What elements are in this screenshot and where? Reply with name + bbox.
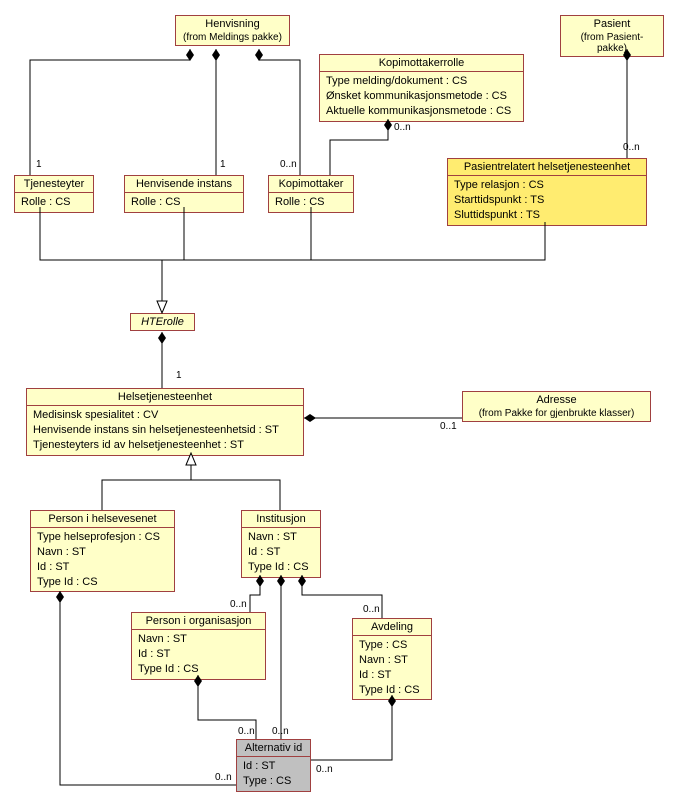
class-pasientrelatert: Pasientrelatert helsetjenesteenhet Type … (447, 158, 647, 226)
class-title: Tjenesteyter (15, 176, 93, 193)
class-title: Henvisning (176, 16, 289, 32)
class-sub: (from Pakke for gjenbrukte klasser) (463, 408, 650, 421)
mult-label: 1 (220, 159, 226, 170)
mult-label: 0..n (394, 122, 411, 133)
mult-label: 0..n (363, 604, 380, 615)
class-title: Institusjon (242, 511, 320, 528)
class-tjenesteyter: Tjenesteyter Rolle : CS (14, 175, 94, 213)
class-helsetjenesteenhet: Helsetjenesteenhet Medisinsk spesialitet… (26, 388, 304, 456)
class-pasient: Pasient (from Pasient-pakke) (560, 15, 664, 57)
mult-label: 0..n (272, 726, 289, 737)
class-attrs: Type melding/dokument : CS Ønsket kommun… (320, 72, 523, 121)
class-title: Person i organisasjon (132, 613, 265, 630)
mult-label: 0..n (215, 772, 232, 783)
mult-label: 0..1 (440, 421, 457, 432)
mult-label: 0..n (280, 159, 297, 170)
mult-label: 1 (36, 159, 42, 170)
class-kopimottakerrolle: Kopimottakerrolle Type melding/dokument … (319, 54, 524, 122)
mult-label: 0..n (316, 764, 333, 775)
class-title: Avdeling (353, 619, 431, 636)
mult-label: 0..n (623, 142, 640, 153)
class-title: Pasient (561, 16, 663, 32)
class-adresse: Adresse (from Pakke for gjenbrukte klass… (462, 391, 651, 422)
class-sub: (from Pasient-pakke) (561, 32, 663, 56)
class-title: Adresse (463, 392, 650, 408)
class-title: Helsetjenesteenhet (27, 389, 303, 406)
class-institusjon: Institusjon Navn : ST Id : ST Type Id : … (241, 510, 321, 578)
class-alternativ-id: Alternativ id Id : ST Type : CS (236, 739, 311, 792)
class-title: Person i helsevesenet (31, 511, 174, 528)
class-person-helsevesenet: Person i helsevesenet Type helseprofesjo… (30, 510, 175, 592)
class-title: Kopimottakerrolle (320, 55, 523, 72)
class-kopimottaker: Kopimottaker Rolle : CS (268, 175, 354, 213)
class-sub: (from Meldings pakke) (176, 32, 289, 45)
class-title: Alternativ id (237, 740, 310, 757)
mult-label: 0..n (230, 599, 247, 610)
class-henvisning: Henvisning (from Meldings pakke) (175, 15, 290, 46)
mult-label: 0..n (238, 726, 255, 737)
class-henvisende-instans: Henvisende instans Rolle : CS (124, 175, 244, 213)
class-hterolle: HTErolle (130, 313, 195, 331)
class-person-organisasjon: Person i organisasjon Navn : ST Id : ST … (131, 612, 266, 680)
mult-label: 1 (176, 370, 182, 381)
class-title: Henvisende instans (125, 176, 243, 193)
class-title: HTErolle (131, 314, 194, 330)
class-avdeling: Avdeling Type : CS Navn : ST Id : ST Typ… (352, 618, 432, 700)
class-title: Kopimottaker (269, 176, 353, 193)
class-title: Pasientrelatert helsetjenesteenhet (448, 159, 646, 176)
